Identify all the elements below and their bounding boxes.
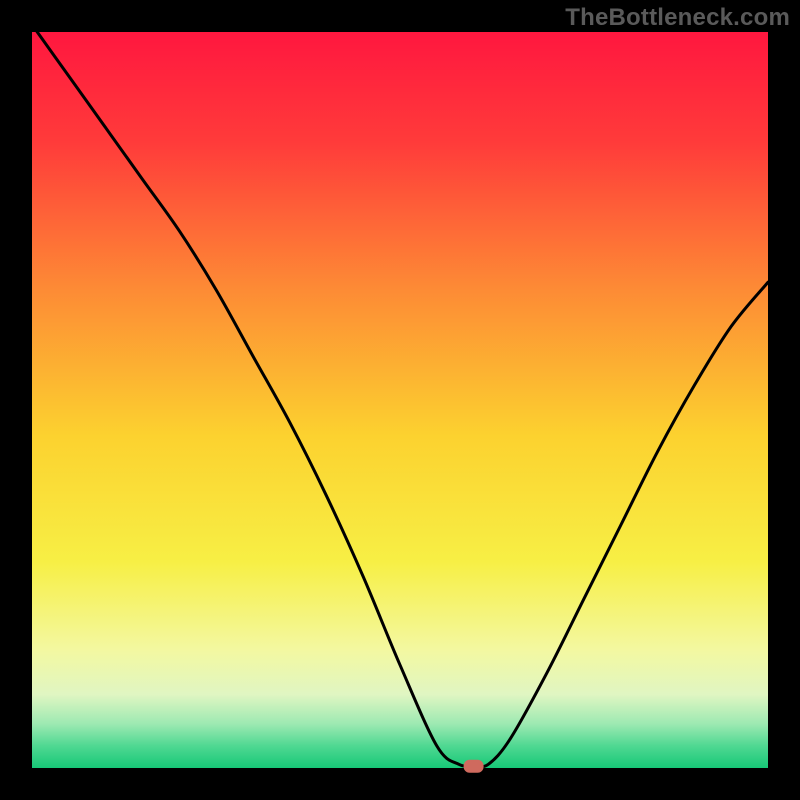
watermark: TheBottleneck.com — [565, 4, 790, 32]
plot-background — [32, 32, 768, 768]
optimal-point-marker — [464, 760, 484, 773]
bottleneck-chart — [0, 0, 800, 800]
chart-frame: TheBottleneck.com — [0, 0, 800, 800]
